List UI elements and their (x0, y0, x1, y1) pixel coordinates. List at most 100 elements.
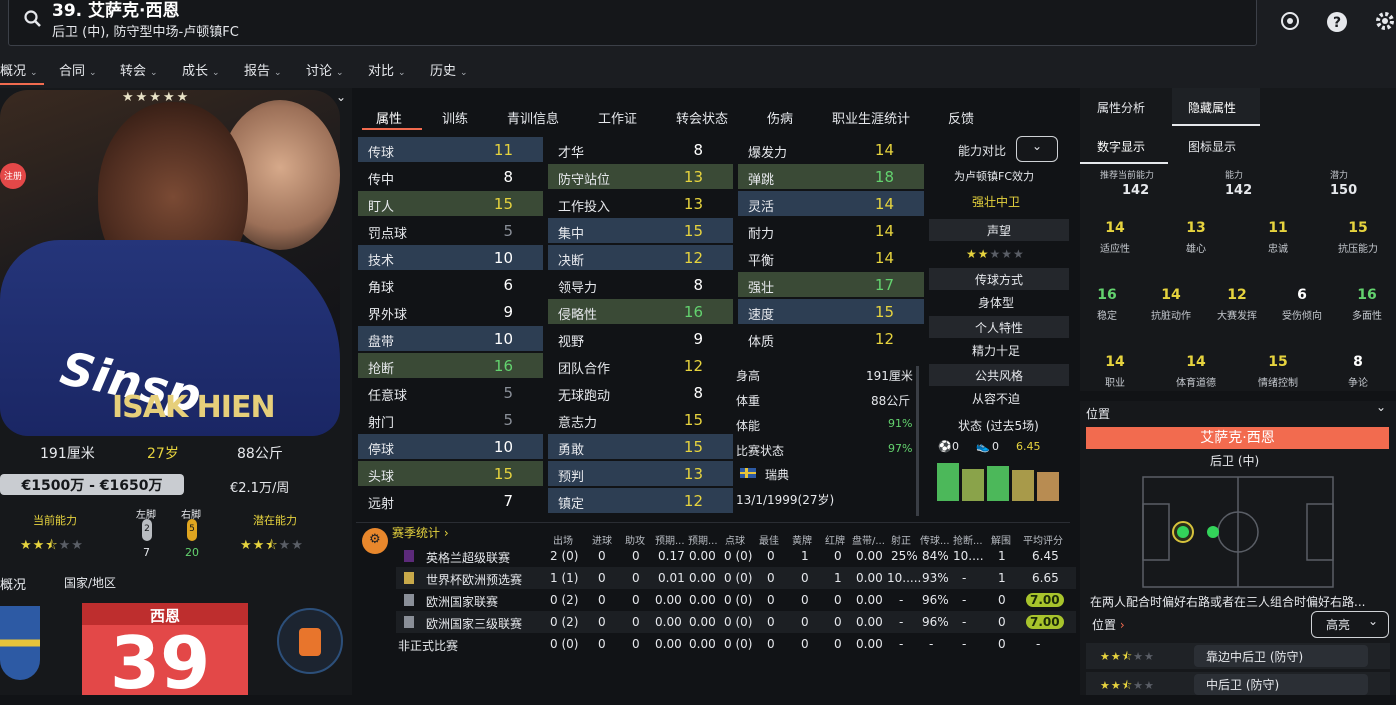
hidden-attr-value: 14 (1105, 354, 1125, 370)
position-sub-label[interactable]: 位置 › (1092, 616, 1125, 633)
ability-value: 142 (1122, 183, 1150, 198)
season-row[interactable]: 世界杯欧洲预选赛 1 (1) 0 0 0.01 0.00 0 (0) 0 0 1… (396, 567, 1076, 589)
nav-contract[interactable]: 合同 ⌄ (59, 60, 97, 79)
scrollbar[interactable] (916, 366, 919, 516)
season-row[interactable]: 英格兰超级联赛 2 (0) 0 0 0.17 0.00 0 (0) 0 1 0 … (396, 545, 1076, 567)
media-label: 公共风格 (929, 364, 1069, 386)
nav-overview[interactable]: 概况 ⌄ (0, 60, 38, 79)
attr-value: 13 (683, 465, 703, 483)
chevron-down-icon: ⌄ (212, 68, 220, 78)
attr-value: 12 (874, 330, 894, 348)
role-select[interactable]: 中后卫 (防守) (1194, 674, 1368, 695)
search-box[interactable]: 39. 艾萨克·西恩 后卫 (中), 防守型中场-卢顿镇FC (8, 0, 1257, 46)
chevron-down-icon[interactable]: ⌄ (1376, 400, 1386, 414)
chevron-down-icon[interactable]: ⌄ (336, 90, 346, 104)
attr-value: 17 (874, 276, 894, 294)
cell: 0.00 (655, 593, 682, 607)
chevron-down-icon: ⌄ (89, 68, 97, 78)
season-row[interactable]: 非正式比赛 0 (0) 0 0 0.00 0.00 0 (0) 0 0 0 0.… (396, 633, 1076, 655)
hidden-attr-value: 15 (1348, 220, 1368, 236)
tab-transfer-status[interactable]: 转会状态 (676, 108, 728, 127)
tab-injuries[interactable]: 伤病 (767, 108, 793, 127)
tab-icons[interactable]: 图标显示 (1188, 138, 1236, 155)
nav-history[interactable]: 历史 ⌄ (430, 60, 468, 79)
hidden-attr: 13 雄心 (1161, 220, 1231, 255)
hidden-attr: 14 抗脏动作 (1136, 287, 1206, 322)
cell: 0 (632, 637, 640, 651)
form-assists: 0 (992, 440, 999, 453)
chevron-down-icon: ⌄ (274, 68, 282, 78)
gear-icon[interactable] (1374, 10, 1396, 32)
cell: 0 (632, 593, 640, 607)
attr-row: 界外球 9 (358, 299, 543, 324)
role-row[interactable]: ★★⯪★★ 中后卫 (防守) (1086, 672, 1390, 695)
role-stars: ★★⯪★★ (1100, 679, 1155, 692)
cell: 0 (834, 593, 842, 607)
main-nav: 概况 ⌄ 合同 ⌄ 转会 ⌄ 成长 ⌄ 报告 ⌄ 讨论 ⌄ 对比 ⌄ 历史 ⌄ (0, 52, 1396, 88)
chevron-down-icon: ⌄ (1368, 614, 1379, 628)
attr-row: 爆发力 14 (738, 137, 924, 162)
cell: 0 (834, 549, 842, 563)
cell: 0 (598, 593, 606, 607)
cell: 1 (801, 549, 809, 563)
tab-attributes[interactable]: 属性 (376, 108, 402, 127)
nav-discuss[interactable]: 讨论 ⌄ (306, 60, 344, 79)
season-row[interactable]: 欧洲国家联赛 0 (2) 0 0 0.00 0.00 0 (0) 0 0 0 0… (396, 589, 1076, 611)
tab-youth[interactable]: 青训信息 (507, 108, 559, 127)
cell: 0 (0) (550, 637, 579, 651)
nav-transfer[interactable]: 转会 ⌄ (120, 60, 158, 79)
attr-name: 才华 (558, 146, 585, 161)
card-weight: 88公斤 (237, 446, 283, 462)
trophy-icon (404, 572, 414, 584)
nav-development[interactable]: 成长 ⌄ (182, 60, 220, 79)
help-icon[interactable]: ? (1326, 11, 1348, 33)
cell: 0 (767, 571, 775, 585)
hidden-attr-value: 16 (1097, 287, 1117, 303)
search-icon[interactable] (23, 9, 43, 29)
tab-feedback[interactable]: 反馈 (948, 108, 974, 127)
attr-value: 15 (683, 438, 703, 456)
compare-dropdown[interactable]: ⌄ (1016, 136, 1058, 162)
cell: 0.00 (856, 637, 883, 651)
attr-name: 速度 (748, 308, 775, 323)
cell: 0.00 (856, 615, 883, 629)
tab-nation[interactable]: 国家/地区 (64, 574, 116, 591)
role-select[interactable]: 靠边中后卫 (防守) (1194, 645, 1368, 667)
tab-hidden-attributes[interactable]: 隐藏属性 (1188, 99, 1236, 116)
tab-overview[interactable]: 概况 (0, 574, 26, 593)
club-crest (277, 608, 343, 674)
hidden-attr-label: 体育道德 (1176, 378, 1216, 389)
season-row[interactable]: 欧洲国家三级联赛 0 (2) 0 0 0.00 0.00 0 (0) 0 0 0… (396, 611, 1076, 633)
highlight-dropdown[interactable]: 高亮 ⌄ (1311, 611, 1389, 638)
player-subtitle: 后卫 (中), 防守型中场-卢顿镇FC (52, 25, 239, 40)
tab-numeric[interactable]: 数字显示 (1097, 138, 1145, 155)
nav-reports[interactable]: 报告 ⌄ (244, 60, 282, 79)
tab-training[interactable]: 训练 (442, 108, 468, 127)
attr-row: 速度 15 (738, 299, 924, 324)
attr-value: 12 (683, 492, 703, 510)
role-select-label: 靠边中后卫 (防守) (1206, 650, 1304, 664)
tab-attribute-analysis[interactable]: 属性分析 (1097, 99, 1145, 116)
cell: - (929, 637, 934, 651)
attr-value: 14 (874, 195, 894, 213)
tab-career-stats[interactable]: 职业生涯统计 (832, 108, 910, 127)
attr-name: 平衡 (748, 254, 775, 269)
attr-row: 盘带 10 (358, 326, 543, 351)
attr-value: 14 (874, 222, 894, 240)
attr-name: 防守站位 (558, 173, 611, 188)
tab-work-permit[interactable]: 工作证 (598, 108, 637, 127)
role-row[interactable]: ★★⯪★★ 靠边中后卫 (防守) (1086, 643, 1390, 669)
attr-value: 16 (493, 357, 513, 375)
hidden-attr-label: 大赛发挥 (1217, 311, 1257, 322)
season-stats-icon[interactable]: ⚙ (362, 528, 388, 554)
nav-compare[interactable]: 对比 ⌄ (368, 60, 406, 79)
media-style: 从容不迫 (972, 392, 1021, 406)
cell: 0 (0) (724, 593, 753, 607)
ball-icon[interactable] (1280, 11, 1300, 31)
attr-name: 角球 (368, 281, 395, 296)
attr-name: 技术 (368, 254, 395, 269)
cell: 6.65 (1032, 571, 1059, 585)
hidden-attr-label: 多面性 (1352, 311, 1382, 322)
competition: 欧洲国家联赛 (426, 595, 499, 609)
cell: 0 (598, 615, 606, 629)
